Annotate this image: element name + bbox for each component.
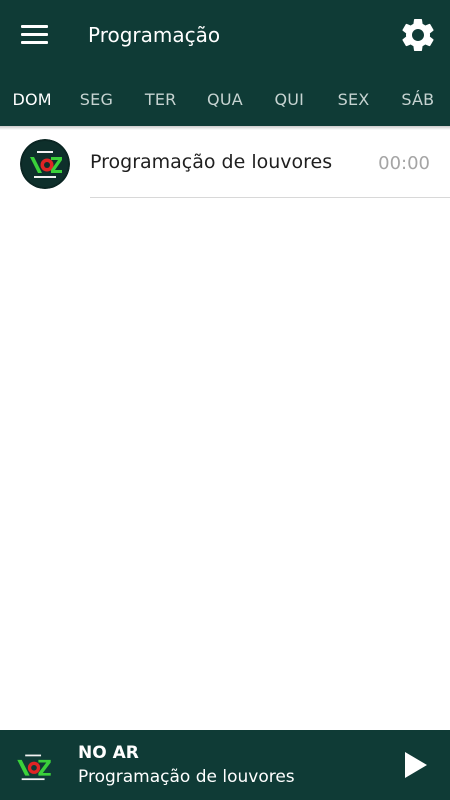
station-logo-icon xyxy=(12,744,56,788)
station-logo-icon xyxy=(20,139,70,189)
page-title: Programação xyxy=(88,23,221,47)
play-icon[interactable] xyxy=(398,748,432,782)
now-playing-bar[interactable]: NO AR Programação de louvores xyxy=(0,730,450,800)
tab-sab[interactable]: SÁB xyxy=(386,74,450,126)
tab-seg[interactable]: SEG xyxy=(64,74,128,126)
gear-icon[interactable] xyxy=(398,15,438,55)
program-title: Programação de louvores xyxy=(90,151,333,173)
now-playing-title: Programação de louvores xyxy=(78,767,295,787)
tab-qua[interactable]: QUA xyxy=(193,74,257,126)
tab-qui[interactable]: QUI xyxy=(257,74,321,126)
day-tabs: DOM SEG TER QUA QUI SEX SÁB xyxy=(0,74,450,126)
on-air-label: NO AR xyxy=(78,743,139,763)
tab-dom[interactable]: DOM xyxy=(0,74,64,126)
program-time: 00:00 xyxy=(378,153,430,174)
tab-ter[interactable]: TER xyxy=(129,74,193,126)
list-item[interactable]: Programação de louvores 00:00 xyxy=(0,130,450,198)
schedule-list: Programação de louvores 00:00 xyxy=(0,130,450,198)
divider xyxy=(90,197,450,198)
hamburger-menu-icon[interactable] xyxy=(14,17,54,53)
app-bar: Programação xyxy=(0,0,450,74)
tab-sex[interactable]: SEX xyxy=(321,74,385,126)
